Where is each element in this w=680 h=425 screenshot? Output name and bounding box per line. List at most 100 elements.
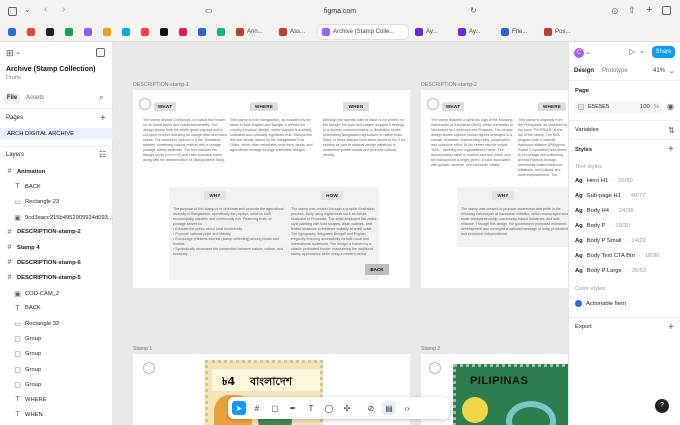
layer-row[interactable]: T WHERE bbox=[14, 396, 46, 403]
text-style-item[interactable]: Ag Hero H1 · 56/90 bbox=[575, 178, 633, 184]
browser-tab[interactable]: Ay... bbox=[411, 25, 451, 39]
browser-tab[interactable]: Archive (Stamp Colle... bbox=[318, 25, 408, 39]
file-title[interactable]: Archive (Stamp Collection) bbox=[6, 66, 95, 73]
avatar[interactable]: C bbox=[574, 48, 584, 58]
text-style-item[interactable]: Ag Body H4 · 24/36 bbox=[575, 208, 633, 214]
text-style-item[interactable]: Ag Body P Small · 14/22 bbox=[575, 238, 646, 244]
mode-icon[interactable]: ▤ bbox=[382, 401, 396, 415]
zoom-level[interactable]: 41% bbox=[653, 68, 665, 74]
browser-tab[interactable] bbox=[213, 25, 229, 39]
text-style-item[interactable]: Ag Sub-page H1 · 48/72 bbox=[575, 193, 645, 199]
pen-tool-icon[interactable]: ✒ bbox=[286, 401, 300, 415]
tab-design[interactable]: Design bbox=[574, 68, 594, 74]
layer-row[interactable]: ▢ Group bbox=[14, 381, 41, 389]
layer-row[interactable]: ▣ COD-CAM_2 bbox=[14, 290, 59, 298]
download-icon[interactable]: ⊙ bbox=[611, 6, 619, 17]
add-export-icon[interactable]: + bbox=[668, 322, 674, 333]
browser-tab[interactable] bbox=[118, 25, 134, 39]
add-style-icon[interactable]: + bbox=[668, 144, 674, 155]
browser-tab[interactable] bbox=[137, 25, 153, 39]
browser-tab[interactable] bbox=[99, 25, 115, 39]
browser-tab[interactable]: Ann... bbox=[232, 25, 272, 39]
reader-icon[interactable]: ▭ bbox=[205, 6, 213, 15]
layer-row[interactable]: # DESCRIPTION-stamp-2 bbox=[6, 229, 81, 236]
share-button[interactable]: Share bbox=[652, 46, 675, 58]
frame-tool-icon[interactable]: # bbox=[250, 401, 264, 415]
browser-tab[interactable] bbox=[175, 25, 191, 39]
new-tab-icon[interactable]: + bbox=[646, 4, 652, 16]
browser-tab[interactable]: Pos... bbox=[540, 25, 580, 39]
figma-menu-icon[interactable]: ⊞ bbox=[6, 48, 14, 59]
layer-row[interactable]: ▣ 9cd3eacc215b4952909924d093... bbox=[14, 214, 113, 222]
panel-toggle-icon[interactable] bbox=[96, 48, 105, 57]
variables-label[interactable]: Variables bbox=[575, 127, 599, 133]
text-style-item[interactable]: Ag Body Text CTA Btn · 18/30 bbox=[575, 253, 659, 259]
shape-tool-icon[interactable]: ▢ bbox=[268, 401, 282, 415]
layer-row[interactable]: ▢ Group bbox=[14, 350, 41, 358]
layer-row[interactable]: # Stamp 4 bbox=[6, 244, 40, 251]
chevron-down-icon[interactable]: ⌄ bbox=[669, 67, 675, 75]
layer-row[interactable]: # DESCRIPTION-stamp-5 bbox=[6, 274, 81, 281]
browser-tab[interactable] bbox=[61, 25, 77, 39]
frame-label[interactable]: Stamp 1 bbox=[133, 346, 152, 352]
move-tool-icon[interactable]: ➤ bbox=[232, 401, 246, 415]
layer-row[interactable]: # DESCRIPTION-stamp-6 bbox=[6, 259, 81, 266]
layer-row[interactable]: ▢ Group bbox=[14, 335, 41, 343]
chevron-down-icon[interactable]: ⌄ bbox=[15, 48, 21, 56]
actions-tool-icon[interactable]: ✣ bbox=[340, 401, 354, 415]
layer-row[interactable]: ▭ Rectangle 23 bbox=[14, 198, 59, 206]
text-tool-icon[interactable]: T bbox=[304, 401, 318, 415]
forward-arrow-icon[interactable]: › bbox=[62, 4, 65, 15]
browser-tab[interactable] bbox=[156, 25, 172, 39]
frame-label[interactable]: Stamp 2 bbox=[421, 346, 440, 352]
layer-row[interactable]: T BACK bbox=[14, 183, 40, 190]
color-style-item[interactable]: Actionable Item bbox=[575, 300, 626, 307]
text-style-item[interactable]: Ag Body P Large · 36/52 bbox=[575, 268, 646, 274]
export-label[interactable]: Export bbox=[575, 324, 592, 330]
chevron-down-icon[interactable]: ⌄ bbox=[639, 47, 645, 55]
back-button[interactable]: BACK bbox=[365, 264, 389, 275]
reload-icon[interactable]: ↻ bbox=[470, 6, 477, 15]
tab-overview-icon[interactable] bbox=[662, 6, 671, 15]
browser-tab[interactable]: Ass... bbox=[275, 25, 315, 39]
dev-mode-icon[interactable]: ⊘ bbox=[364, 401, 378, 415]
back-arrow-icon[interactable]: ‹ bbox=[44, 4, 47, 15]
tab-assets[interactable]: Assets bbox=[26, 95, 44, 101]
layers-filter-icon[interactable]: ☷ bbox=[99, 150, 106, 159]
browser-tab[interactable]: Frie... bbox=[497, 25, 537, 39]
page-color-field[interactable]: E5E5E5 100 % bbox=[574, 101, 662, 113]
share-icon[interactable]: ⇧ bbox=[628, 5, 636, 16]
tab-file[interactable]: File bbox=[4, 93, 20, 104]
add-page-icon[interactable]: + bbox=[100, 113, 106, 124]
eye-icon[interactable]: ◉ bbox=[667, 102, 674, 111]
layer-row[interactable]: # Animation bbox=[6, 168, 46, 175]
layer-row[interactable]: T BACK bbox=[14, 305, 40, 312]
browser-tab[interactable]: Ay... bbox=[454, 25, 494, 39]
frame-label[interactable]: DESCRIPTION-stamp-2 bbox=[421, 82, 477, 88]
description-frame-2[interactable]: WHAT WHERE The stamp features a symbolic… bbox=[421, 90, 568, 288]
sidebar-toggle-icon[interactable] bbox=[8, 7, 17, 16]
layer-row[interactable]: ▭ Rectangle 32 bbox=[14, 320, 59, 328]
text-style-item[interactable]: Ag Body P · 18/30 bbox=[575, 223, 630, 229]
browser-tab[interactable] bbox=[4, 25, 20, 39]
search-icon[interactable]: ⌕ bbox=[99, 93, 103, 103]
tab-prototype[interactable]: Prototype bbox=[602, 68, 628, 74]
help-button[interactable]: ? bbox=[655, 399, 669, 413]
present-icon[interactable]: ▷ bbox=[629, 47, 635, 56]
layer-row[interactable]: ▢ Group bbox=[14, 366, 41, 374]
canvas[interactable]: DESCRIPTION-stamp-1 WHAT WHERE WHEN The … bbox=[113, 42, 568, 425]
browser-tab[interactable] bbox=[23, 25, 39, 39]
description-frame-1[interactable]: WHAT WHERE WHEN The stamp depicts Cordyc… bbox=[133, 90, 410, 288]
url-field[interactable]: figma.com bbox=[250, 5, 430, 19]
browser-tab[interactable] bbox=[42, 25, 58, 39]
frame-label[interactable]: DESCRIPTION-stamp-1 bbox=[133, 82, 189, 88]
chevron-down-icon[interactable]: ⌄ bbox=[24, 5, 31, 14]
code-icon[interactable]: ‹› bbox=[400, 401, 414, 415]
layer-row[interactable]: T WHEN bbox=[14, 411, 42, 418]
browser-tab[interactable] bbox=[80, 25, 96, 39]
browser-tab[interactable] bbox=[194, 25, 210, 39]
variables-icon[interactable]: ⇅ bbox=[668, 126, 675, 135]
chevron-down-icon[interactable]: ⌄ bbox=[585, 48, 591, 56]
comment-tool-icon[interactable]: ◯ bbox=[322, 401, 336, 415]
page-item[interactable]: ARCH DIGITAL ARCHIVE bbox=[0, 128, 113, 139]
